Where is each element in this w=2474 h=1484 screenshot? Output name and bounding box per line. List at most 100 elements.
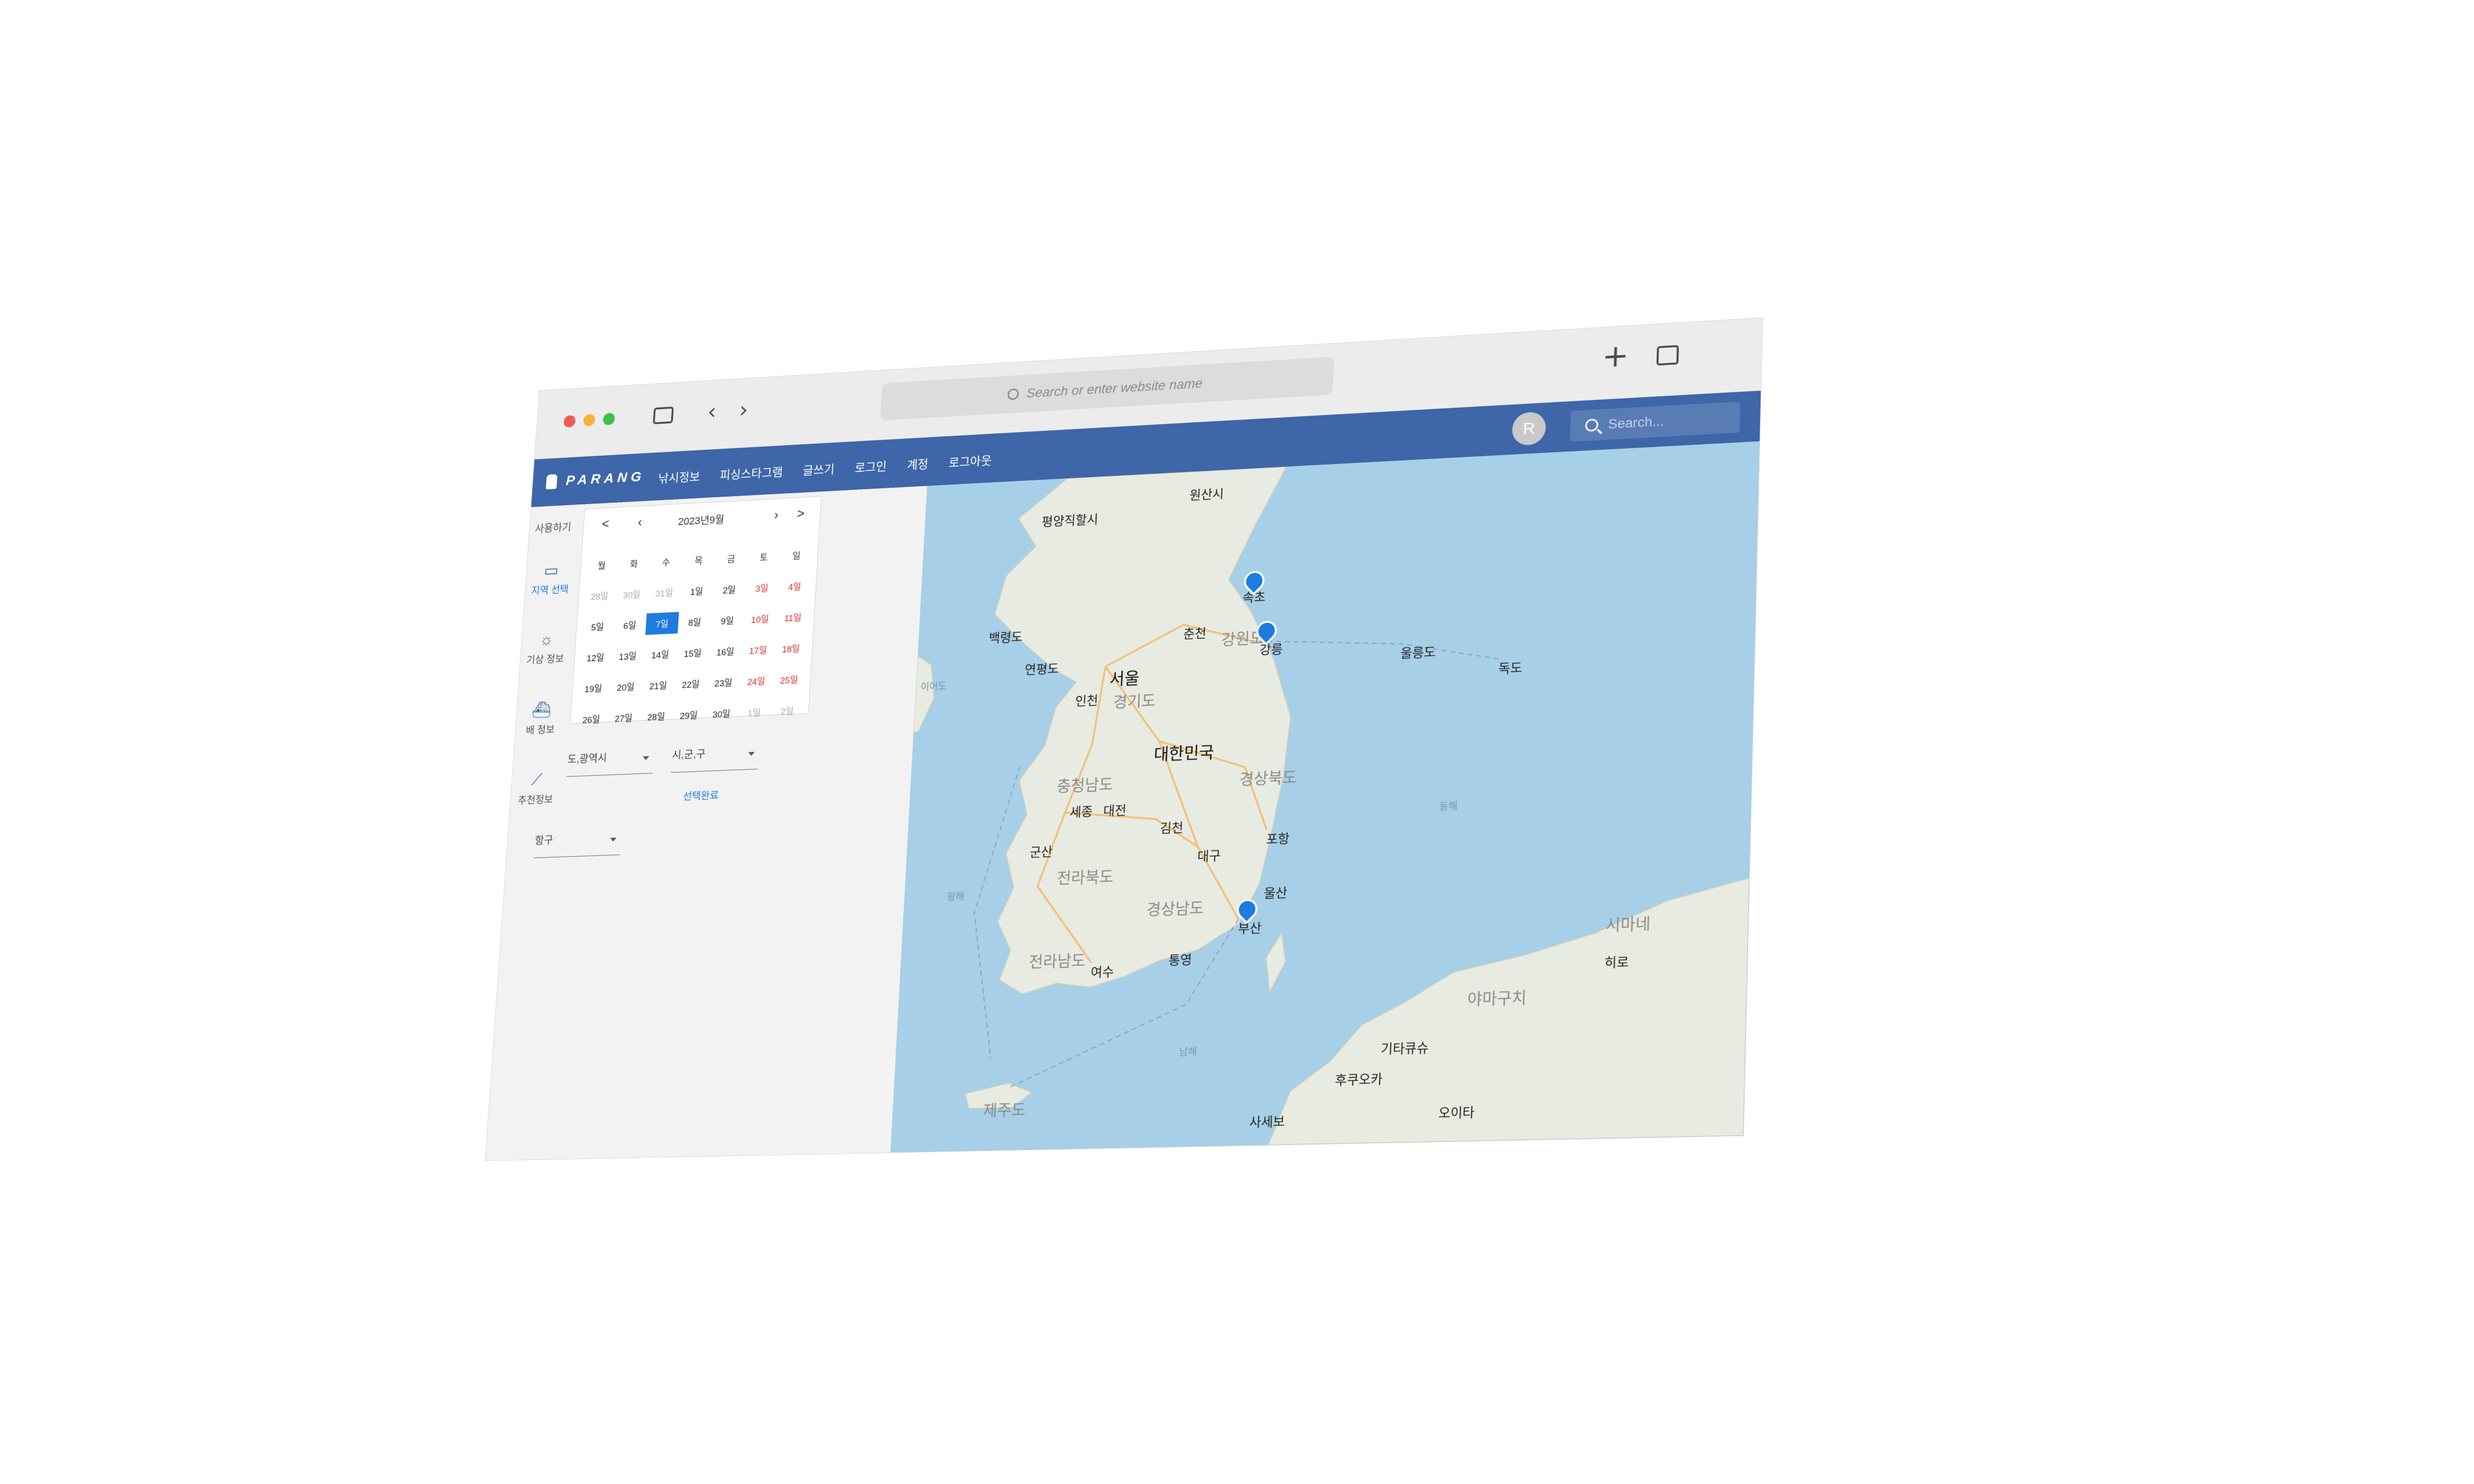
calendar-day[interactable]: 29일 [672,703,706,727]
map-label: 충청남도 [1056,775,1114,795]
map-label: 원산시 [1189,486,1225,503]
city-select[interactable]: 시,군,구 [670,743,760,773]
calendar-day[interactable]: 20일 [609,675,642,698]
calendar-day[interactable]: 31일 [647,581,681,604]
select-done-button[interactable]: 선택완료 [683,788,719,803]
calendar-day[interactable]: 18일 [774,637,808,660]
map-label: 경기도 [1113,692,1156,711]
map-label: 이어도 [920,681,947,693]
chevron-down-icon [642,756,650,760]
map-label: 서울 [1109,669,1140,689]
calendar-day[interactable]: 26일 [574,707,608,730]
map-label: 세종 [1069,804,1094,820]
calendar-day[interactable]: 10일 [743,607,777,631]
map-label: 경상북도 [1239,768,1297,788]
map-label: 백령도 [988,629,1023,646]
calendar-day[interactable]: 12일 [578,646,612,669]
province-select[interactable]: 도,광역시 [566,747,655,777]
calendar-day[interactable]: 3일 [745,576,779,600]
weather-icon: ☼ [539,630,554,649]
calendar-day[interactable]: 1일 [737,700,771,724]
calendar-day[interactable]: 28일 [583,584,617,607]
map-label: 야마구치 [1467,988,1527,1009]
weekday-header: 월 [597,561,606,571]
calendar-day[interactable]: 15일 [676,641,710,664]
sidebar-item-label: 기상 정보 [526,653,565,666]
calendar-day[interactable]: 27일 [607,706,640,729]
close-window-button[interactable] [563,415,576,428]
calendar-day[interactable]: 6일 [613,613,647,636]
sidebar-item[interactable]: ⛴ 배 정보 [515,699,567,737]
calendar-day[interactable]: 13일 [611,645,645,667]
calendar-day[interactable]: 24일 [739,669,773,693]
menu-item[interactable]: 낚시정보 [658,467,700,486]
calendar-day[interactable]: 30일 [615,583,649,605]
map-label: 동해 [1439,801,1458,813]
map-icon: ▭ [543,561,559,580]
calendar-day[interactable]: 7일 [645,612,679,635]
province-value: 도,광역시 [567,751,608,765]
calendar-day[interactable]: 9일 [711,609,745,632]
new-tab-icon[interactable]: + [1602,338,1629,375]
menu-item[interactable]: 계정 [906,455,929,473]
sidebar-toggle-icon[interactable] [653,406,674,424]
weekday-header: 금 [726,554,736,565]
map-label: 연평도 [1024,661,1059,678]
sidebar-item[interactable]: ▭ 지역 선택 [524,559,578,598]
menu-item[interactable]: 글쓰기 [803,460,835,478]
calendar-day[interactable]: 28일 [639,705,673,728]
calendar-day[interactable]: 17일 [741,638,775,661]
search-placeholder: Search... [1608,413,1665,432]
calendar-day[interactable]: 21일 [641,674,675,697]
site-logo[interactable]: PARANG [545,469,645,490]
use-label: 사용하기 [534,521,572,535]
sidebar-item[interactable]: ☼ 기상 정보 [520,630,572,667]
map-label: 김천 [1159,820,1184,836]
map-label: 대전 [1103,803,1127,819]
back-icon[interactable]: ‹ [707,399,717,425]
port-select[interactable]: 항구 [533,829,622,858]
address-bar[interactable]: Search or enter website name [880,357,1334,421]
site-search[interactable]: Search... [1570,401,1741,442]
main-menu: 낚시정보 피싱스타그램 글쓰기 로그인 계정 로그아웃 [658,452,992,487]
address-placeholder: Search or enter website name [1026,375,1203,401]
search-icon [1007,388,1019,400]
calendar-day[interactable]: 1일 [680,579,714,603]
calendar-day[interactable]: 23일 [707,671,741,694]
maximize-window-button[interactable] [603,413,616,425]
map-label: 통영 [1168,952,1192,968]
forward-icon[interactable]: › [739,397,749,423]
map-label: 여수 [1090,964,1114,980]
next-month-button[interactable]: › [774,508,779,523]
menu-item[interactable]: 로그인 [855,457,887,476]
calendar-day[interactable]: 30일 [705,702,739,725]
tsushima-island [1265,932,1287,992]
map-view[interactable]: 평양직할시 원산시 속초 강릉 춘천 강원도 백령도 연평도 서울 경기도 인천 대한민국 충청남도 세종… [890,441,1760,1153]
calendar-day[interactable]: 11일 [776,605,810,629]
prev-month-button[interactable]: ‹ [637,514,642,529]
map-label: 오이타 [1438,1105,1475,1121]
sidebar-item[interactable]: ⟋ 추천정보 [510,770,562,807]
calendar-day[interactable]: 2일 [770,699,804,722]
map-label: 후쿠오카 [1334,1071,1383,1088]
tabs-overview-icon[interactable] [1656,345,1679,366]
calendar-day[interactable]: 5일 [581,615,615,638]
minimize-window-button[interactable] [583,414,596,427]
calendar-day[interactable]: 2일 [712,578,746,601]
calendar-day[interactable]: 8일 [678,610,712,634]
calendar-day[interactable]: 16일 [709,640,743,663]
city-value: 시,군,구 [671,747,706,761]
calendar-day[interactable]: 25일 [772,668,806,691]
menu-item[interactable]: 피싱스타그램 [719,463,783,483]
map-label: 울릉도 [1400,645,1436,661]
menu-item[interactable]: 로그아웃 [949,452,992,471]
fishing-rod-icon: ⟋ [530,771,543,789]
calendar-day[interactable]: 19일 [576,677,610,699]
prev-year-button[interactable]: < [601,516,610,532]
calendar-day[interactable]: 4일 [778,575,812,598]
calendar-day[interactable]: 22일 [674,672,708,696]
next-year-button[interactable]: > [797,506,805,521]
map-label: 독도 [1498,660,1522,676]
calendar-day[interactable]: 14일 [643,643,677,666]
avatar[interactable]: R [1512,411,1547,446]
